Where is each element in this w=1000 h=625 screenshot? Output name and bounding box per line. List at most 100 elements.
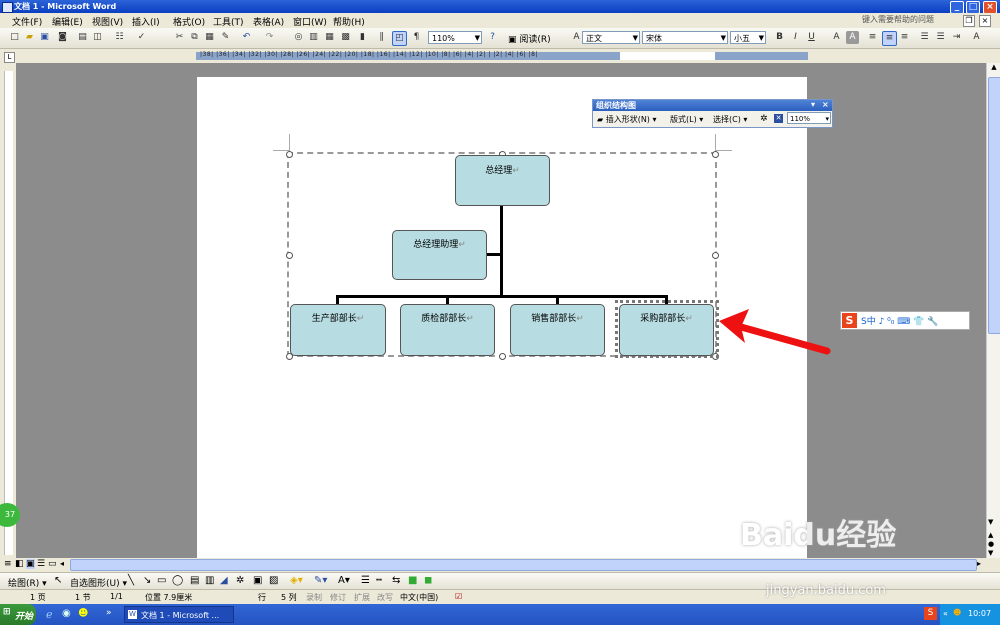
undo-icon[interactable]: ↶: [240, 31, 253, 44]
web-view-icon[interactable]: ◧: [15, 559, 24, 569]
horizontal-ruler[interactable]: L |38| |36| |34| |32| |30| |28| |26| |24…: [0, 49, 1000, 63]
scroll-up-icon[interactable]: ▲: [988, 63, 1000, 75]
insert-excel-icon[interactable]: ▩: [339, 31, 352, 44]
sogou-logo-icon[interactable]: S: [842, 313, 857, 328]
arrow-icon[interactable]: ↘: [143, 575, 151, 586]
font-select[interactable]: 宋体 ▼: [642, 31, 728, 44]
wordart-icon[interactable]: ◢: [220, 575, 228, 586]
qq-icon[interactable]: ☻: [78, 608, 88, 619]
arrow-style-icon[interactable]: ⇆: [392, 575, 400, 586]
scroll-down-icon[interactable]: ▼: [988, 518, 993, 526]
picture-icon[interactable]: ▨: [269, 575, 278, 586]
org-node-production[interactable]: 生产部部长↵: [290, 304, 386, 356]
dash-style-icon[interactable]: ┅: [376, 575, 382, 586]
help-search-input[interactable]: 键入需要帮助的问题: [862, 14, 958, 26]
draw-menu-button[interactable]: 绘图(R) ▾: [8, 576, 47, 589]
drawing-icon[interactable]: ∥: [375, 31, 388, 44]
rectangle-icon[interactable]: ▭: [157, 575, 166, 586]
line-icon[interactable]: ╲: [128, 575, 134, 586]
menu-view[interactable]: 视图(V): [92, 15, 123, 28]
copy-icon[interactable]: ⧉: [188, 31, 201, 44]
tables-borders-icon[interactable]: ▥: [307, 31, 320, 44]
show-hide-icon[interactable]: ¶: [410, 31, 423, 44]
help-icon[interactable]: ?: [486, 31, 499, 44]
org-toolbar-options-icon[interactable]: ▾: [811, 100, 815, 109]
format-painter-icon[interactable]: ✎: [219, 31, 232, 44]
insert-table-icon[interactable]: ▦: [323, 31, 336, 44]
quicklaunch-icon[interactable]: ◉: [62, 608, 71, 619]
document-map-icon[interactable]: ◰: [392, 31, 407, 46]
diagram-icon[interactable]: ✲: [236, 575, 244, 586]
scroll-right-icon[interactable]: ▸: [977, 559, 981, 568]
menu-edit[interactable]: 编辑(E): [52, 15, 83, 28]
cut-icon[interactable]: ✂: [173, 31, 186, 44]
numbering-icon[interactable]: ☰: [918, 31, 931, 44]
zoom-select[interactable]: 110% ▼: [428, 31, 482, 44]
font-color-draw-icon[interactable]: A▾: [338, 575, 350, 586]
resize-handle[interactable]: [499, 353, 506, 360]
open-icon[interactable]: ▰: [23, 31, 36, 44]
autoformat-icon[interactable]: ✲: [760, 114, 768, 124]
resize-handle[interactable]: [286, 252, 293, 259]
org-node-sales[interactable]: 销售部部长↵: [510, 304, 605, 356]
print-preview-icon[interactable]: ◫: [91, 31, 104, 44]
char-border-icon[interactable]: A: [830, 31, 843, 44]
org-node-purchasing[interactable]: 采购部部长↵: [619, 304, 714, 356]
hyperlink-icon[interactable]: ◎: [292, 31, 305, 44]
textbox-icon[interactable]: ▤: [190, 575, 199, 586]
layout-button[interactable]: 版式(L) ▾: [670, 114, 703, 125]
status-ovr[interactable]: 改写: [377, 592, 393, 603]
print-icon[interactable]: ▤: [76, 31, 89, 44]
menu-table[interactable]: 表格(A): [253, 15, 284, 28]
qq-tray-icon[interactable]: ☻: [953, 608, 961, 617]
scroll-left-icon[interactable]: ◂: [60, 559, 64, 568]
doc-restore-icon[interactable]: ❐: [963, 15, 975, 27]
reading-view-icon[interactable]: ▭: [48, 559, 57, 569]
select-browse-icon[interactable]: ●: [988, 540, 994, 548]
tab-selector-icon[interactable]: L: [4, 52, 15, 63]
ime-toolbar[interactable]: S S中 ♪ ⁰₀ ⌨ 👕 🔧: [840, 311, 970, 330]
outline-view-icon[interactable]: ☰: [37, 559, 45, 569]
hscroll-thumb[interactable]: [70, 559, 977, 571]
align-left-icon[interactable]: ≡: [866, 31, 879, 44]
autoshapes-button[interactable]: 自选图形(U) ▾: [70, 576, 127, 589]
spelling-icon[interactable]: ✓: [135, 31, 148, 44]
org-node-quality[interactable]: 质检部部长↵: [400, 304, 495, 356]
org-node-top[interactable]: 总经理↵: [455, 155, 550, 206]
status-trk[interactable]: 修订: [330, 592, 346, 603]
resize-handle[interactable]: [712, 252, 719, 259]
select-objects-icon[interactable]: ↖: [54, 575, 62, 586]
vertical-ruler[interactable]: [0, 63, 16, 558]
normal-view-icon[interactable]: ≡: [4, 559, 12, 569]
vertical-textbox-icon[interactable]: ▥: [205, 575, 214, 586]
shadow-icon[interactable]: ■: [408, 575, 417, 586]
align-right-icon[interactable]: ≡: [898, 31, 911, 44]
research-icon[interactable]: ☷: [113, 31, 126, 44]
underline-button[interactable]: U: [805, 31, 818, 44]
status-rec[interactable]: 录制: [306, 592, 322, 603]
menu-file[interactable]: 文件(F): [12, 15, 42, 28]
redo-icon[interactable]: ↷: [263, 31, 276, 44]
new-icon[interactable]: □: [8, 31, 21, 44]
print-view-icon[interactable]: ▣: [26, 559, 35, 569]
paste-icon[interactable]: ▦: [203, 31, 216, 44]
menu-window[interactable]: 窗口(W): [293, 15, 327, 28]
style-select[interactable]: 正文 ▼: [582, 31, 640, 44]
org-toolbar-close-icon[interactable]: ×: [822, 100, 829, 109]
resize-handle[interactable]: [712, 151, 719, 158]
menu-help[interactable]: 帮助(H): [333, 15, 365, 28]
prev-page-icon[interactable]: ▲: [988, 531, 993, 539]
ie-icon[interactable]: ℯ: [46, 608, 53, 621]
org-zoom-select[interactable]: 110% ▾: [787, 112, 831, 124]
save-icon[interactable]: ▣: [38, 31, 51, 44]
taskbar-word-item[interactable]: W 文档 1 - Microsoft ...: [124, 606, 234, 623]
line-color-icon[interactable]: ✎▾: [314, 575, 327, 586]
clipart-icon[interactable]: ▣: [253, 575, 262, 586]
fill-color-icon[interactable]: ◈▾: [290, 575, 303, 586]
menu-insert[interactable]: 插入(I): [132, 15, 160, 28]
3d-icon[interactable]: ◼: [424, 575, 432, 586]
permission-icon[interactable]: ◙: [56, 31, 69, 44]
char-shading-icon[interactable]: A: [846, 31, 859, 44]
start-button[interactable]: ⊞ 开始: [0, 604, 36, 625]
text-wrap-icon[interactable]: ✕: [774, 114, 783, 123]
